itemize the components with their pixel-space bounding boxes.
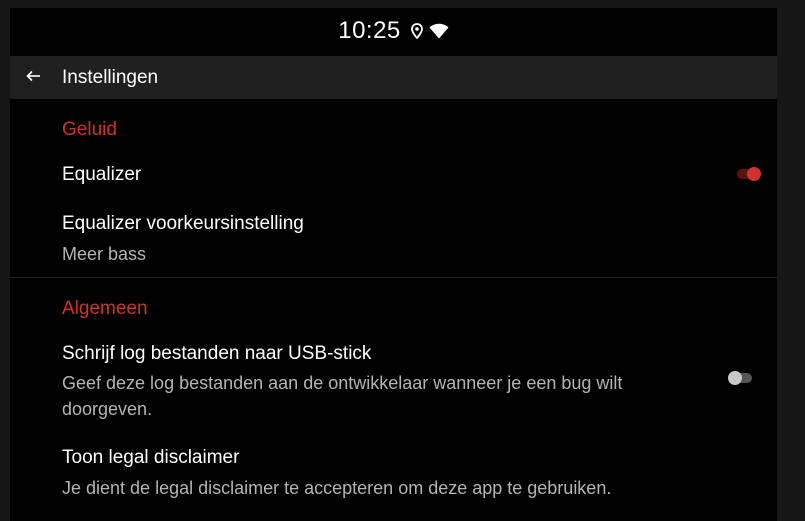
wifi-icon <box>429 23 449 39</box>
equalizer-title: Equalizer <box>62 164 142 185</box>
status-time: 10:25 <box>338 17 401 44</box>
usb-log-summary: Geef deze log bestanden aan de ontwikkel… <box>62 373 623 419</box>
equalizer-preset-preference[interactable]: Equalizer voorkeursinstelling Meer bass <box>10 202 777 274</box>
legal-disclaimer-title: Toon legal disclaimer <box>62 447 240 468</box>
equalizer-preset-summary: Meer bass <box>62 244 147 264</box>
location-icon <box>410 23 423 39</box>
back-button[interactable] <box>14 56 54 99</box>
legal-disclaimer-summary: Je dient de legal disclaimer te accepter… <box>62 478 612 498</box>
app-bar: Instellingen <box>10 56 777 99</box>
settings-screen: 10:25 Instellingen Geluid Equalizer Equa… <box>10 8 777 521</box>
back-arrow-icon <box>26 69 42 87</box>
switch-thumb <box>747 167 761 181</box>
usb-log-title: Schrijf log bestanden naar USB-stick <box>62 343 372 364</box>
page-title: Instellingen <box>62 66 159 88</box>
equalizer-switch[interactable] <box>735 166 761 182</box>
usb-log-preference[interactable]: Schrijf log bestanden naar USB-stick Gee… <box>10 331 777 431</box>
category-title-general: Algemeen <box>62 298 148 319</box>
usb-log-switch[interactable] <box>728 370 754 386</box>
equalizer-preset-title: Equalizer voorkeursinstelling <box>62 213 304 234</box>
category-title-sound: Geluid <box>62 119 117 140</box>
legal-disclaimer-preference[interactable]: Toon legal disclaimer Je dient de legal … <box>10 436 777 516</box>
switch-thumb <box>728 371 742 385</box>
equalizer-preference[interactable]: Equalizer <box>10 150 777 200</box>
status-bar: 10:25 <box>10 8 777 54</box>
section-divider <box>10 277 777 278</box>
